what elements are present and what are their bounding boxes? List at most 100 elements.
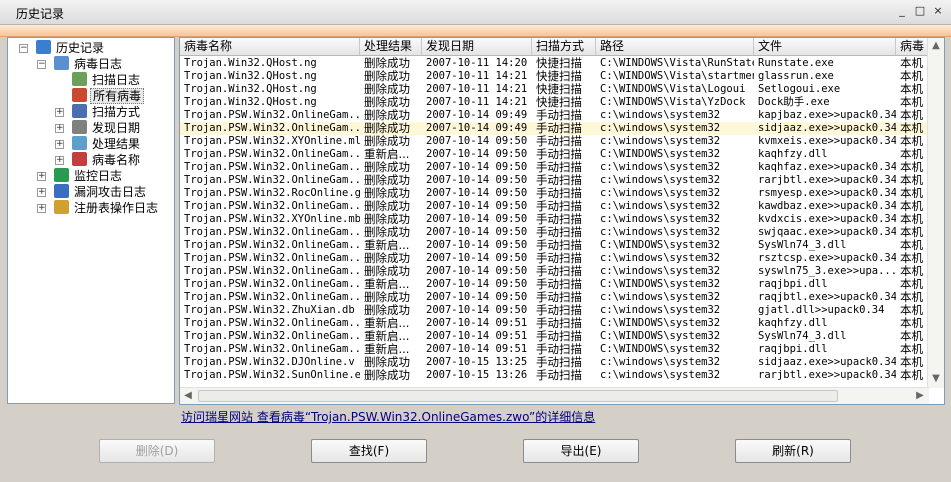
table-cell: 删除成功 (364, 83, 410, 96)
tree-item-label: 监控日志 (74, 169, 123, 183)
scroll-right-icon[interactable]: ▶ (912, 388, 928, 404)
table-row[interactable]: Trojan.PSW.Win32.OnlineGam... 重新启... 2007-… (180, 330, 936, 343)
maximize-icon[interactable]: □ (913, 4, 927, 18)
minimize-icon[interactable]: _ (895, 4, 909, 18)
table-row[interactable]: Trojan.PSW.Win32.XYOnline.mb 删除成功 2007-10-… (180, 213, 936, 226)
table-row[interactable]: Trojan.Win32.QHost.ng 删除成功 2007-10-11 14:2… (180, 83, 936, 96)
column-header[interactable]: 发现日期 (422, 38, 532, 55)
table-row[interactable]: Trojan.PSW.Win32.OnlineGam... 重新启... 2007-… (180, 278, 936, 291)
tree-item[interactable]: 历史记录 (36, 40, 106, 56)
table-row[interactable]: Trojan.PSW.Win32.OnlineGam... 重新启... 2007-… (180, 317, 936, 330)
scroll-up-icon[interactable]: ▲ (928, 38, 944, 54)
table-row[interactable]: Trojan.PSW.Win32.OnlineGam... 删除成功 2007-10… (180, 161, 936, 174)
table-cell: c:\windows\system32 (600, 161, 721, 173)
table-row[interactable]: Trojan.PSW.Win32.OnlineGam... 删除成功 2007-10… (180, 200, 936, 213)
table-row[interactable]: Trojan.PSW.Win32.OnlineGam... 重新启... 2007-… (180, 148, 936, 161)
table-cell: kaqhfzy.dll (758, 317, 828, 329)
tree-item[interactable]: 监控日志 (54, 168, 124, 184)
table-cell: C:\WINDOWS\system32 (600, 330, 721, 342)
table-cell: Trojan.PSW.Win32.OnlineGam... (184, 317, 360, 329)
tree-expander-icon[interactable]: + (55, 156, 64, 165)
table-cell: C:\WINDOWS\system32 (600, 343, 721, 355)
table-row[interactable]: Trojan.PSW.Win32.XYOnline.ml 删除成功 2007-10-… (180, 135, 936, 148)
tree-item[interactable]: 所有病毒 (72, 88, 145, 104)
column-header[interactable]: 路径 (596, 38, 754, 55)
table-row[interactable]: Trojan.PSW.Win32.OnlineGam... 重新启... 2007-… (180, 239, 936, 252)
column-header[interactable]: 处理结果 (360, 38, 422, 55)
table-row[interactable]: Trojan.Win32.QHost.ng 删除成功 2007-10-11 14:2… (180, 57, 936, 70)
column-header[interactable]: 扫描方式 (532, 38, 596, 55)
tree-item[interactable]: 漏洞攻击日志 (54, 184, 148, 200)
tree-expander-icon[interactable]: − (37, 60, 46, 69)
table-row[interactable]: Trojan.Win32.QHost.ng 删除成功 2007-10-11 14:2… (180, 70, 936, 83)
table-cell: Trojan.PSW.Win32.ZhuXian.db (184, 304, 355, 316)
table-row[interactable]: Trojan.PSW.Win32.ZhuXian.db 删除成功 2007-10-1… (180, 304, 936, 317)
table-cell: 2007-10-14 09:50 (426, 226, 528, 238)
tree-expander-icon[interactable]: + (37, 172, 46, 181)
tree-item[interactable]: 扫描日志 (72, 72, 142, 88)
table-row[interactable]: Trojan.PSW.Win32.DJOnline.v 删除成功 2007-10-1… (180, 356, 936, 369)
close-icon[interactable]: × (931, 4, 945, 18)
find-button[interactable]: 查找(F) (311, 439, 427, 463)
tree-expander-icon[interactable]: + (37, 204, 46, 213)
table-cell: C:\WINDOWS\Vista\startmenu (600, 70, 754, 82)
virus-detail-link[interactable]: 访问瑞星网站 查看病毒“Trojan.PSW.Win32.OnlineGames… (181, 408, 595, 425)
table-cell: 手动扫描 (536, 330, 582, 343)
table-row[interactable]: Trojan.PSW.Win32.OnlineGam... 删除成功 2007-10… (180, 109, 936, 122)
tree-item[interactable]: 发现日期 (72, 120, 142, 136)
virus-log-list[interactable]: 病毒名称 处理结果 发现日期 扫描方式 路径 文件 病毒 Trojan.Win32.QHos… (179, 37, 945, 405)
table-cell: 2007-10-14 09:50 (426, 174, 528, 186)
tree-item[interactable]: 注册表操作日志 (54, 200, 160, 216)
column-header[interactable]: 文件 (754, 38, 896, 55)
table-cell: 2007-10-14 09:49 (426, 122, 528, 134)
tree-expander-icon[interactable]: + (55, 124, 64, 133)
table-cell: Trojan.PSW.Win32.OnlineGam... (184, 343, 360, 355)
table-row[interactable]: Trojan.PSW.Win32.OnlineGam... 删除成功 2007-10… (180, 252, 936, 265)
tree-item[interactable]: 处理结果 (72, 136, 142, 152)
scroll-left-icon[interactable]: ◀ (180, 388, 196, 404)
table-cell: 手动扫描 (536, 369, 582, 382)
tree-expander-icon[interactable]: + (55, 140, 64, 149)
table-row[interactable]: Trojan.PSW.Win32.OnlineGam... 重新启... 2007-… (180, 343, 936, 356)
table-row[interactable]: Trojan.PSW.Win32.OnlineGam... 删除成功 2007-10… (180, 226, 936, 239)
column-header[interactable]: 病毒名称 (180, 38, 360, 55)
refresh-button[interactable]: 刷新(R) (735, 439, 851, 463)
tree-item[interactable]: 病毒名称 (72, 152, 142, 168)
table-cell: Trojan.PSW.Win32.OnlineGam... (184, 291, 360, 303)
table-row[interactable]: Trojan.PSW.Win32.RocOnline.gc 删除成功 2007-10… (180, 187, 936, 200)
table-cell: Trojan.PSW.Win32.OnlineGam... (184, 278, 360, 290)
tree-item-label: 病毒名称 (92, 153, 141, 167)
all-virus-icon (72, 88, 87, 102)
horizontal-scrollbar[interactable]: ◀ ▶ (180, 387, 929, 404)
table-cell: Trojan.PSW.Win32.OnlineGam... (184, 265, 360, 277)
tree-expander-icon[interactable]: + (37, 188, 46, 197)
tree-expander-icon[interactable]: − (19, 44, 28, 53)
table-row[interactable]: Trojan.Win32.QHost.ng 删除成功 2007-10-11 14:2… (180, 96, 936, 109)
scroll-down-icon[interactable]: ▼ (928, 371, 944, 387)
table-cell: 2007-10-11 14:21 (426, 83, 528, 95)
tree-expander-icon[interactable]: + (55, 108, 64, 117)
horizontal-scroll-thumb[interactable] (198, 390, 838, 402)
table-cell: 重新启... (364, 148, 410, 161)
table-row[interactable]: Trojan.PSW.Win32.OnlineGam... 删除成功 2007-10… (180, 174, 936, 187)
scan-mode-icon (72, 104, 87, 118)
table-row[interactable]: Trojan.PSW.Win32.OnlineGam... 删除成功 2007-10… (180, 265, 936, 278)
table-cell: 2007-10-14 09:50 (426, 200, 528, 212)
table-cell: kaqhfaz.exe>>upack0.34 (758, 161, 896, 173)
log-category-tree[interactable]: − 历史记录 − 病毒日志 扫描日志 所有病毒 + 扫描方式 + 发现日期 + 处理结果 + 病毒名称 + 监… (7, 37, 175, 404)
vertical-scrollbar[interactable]: ▲ ▼ (927, 38, 944, 388)
table-cell: sidjaaz.exe>>upack0.34 (758, 356, 896, 368)
table-cell: c:\windows\system32 (600, 122, 721, 134)
table-row[interactable]: Trojan.PSW.Win32.OnlineGam... 删除成功 2007-10… (180, 122, 936, 135)
tree-item[interactable]: 扫描方式 (72, 104, 142, 120)
table-row[interactable]: Trojan.PSW.Win32.SunOnline.ea 删除成功 2007-10… (180, 369, 936, 382)
export-button[interactable]: 导出(E) (523, 439, 639, 463)
table-row[interactable]: Trojan.PSW.Win32.OnlineGam... 删除成功 2007-10… (180, 291, 936, 304)
tree-item[interactable]: 病毒日志 (54, 56, 124, 72)
table-cell: c:\windows\system32 (600, 109, 721, 121)
table-cell: Trojan.PSW.Win32.OnlineGam... (184, 226, 360, 238)
table-cell: Trojan.Win32.QHost.ng (184, 96, 317, 108)
delete-button[interactable]: 删除(D) (99, 439, 215, 463)
table-cell: Trojan.PSW.Win32.OnlineGam... (184, 200, 360, 212)
table-cell: 2007-10-14 09:50 (426, 148, 528, 160)
